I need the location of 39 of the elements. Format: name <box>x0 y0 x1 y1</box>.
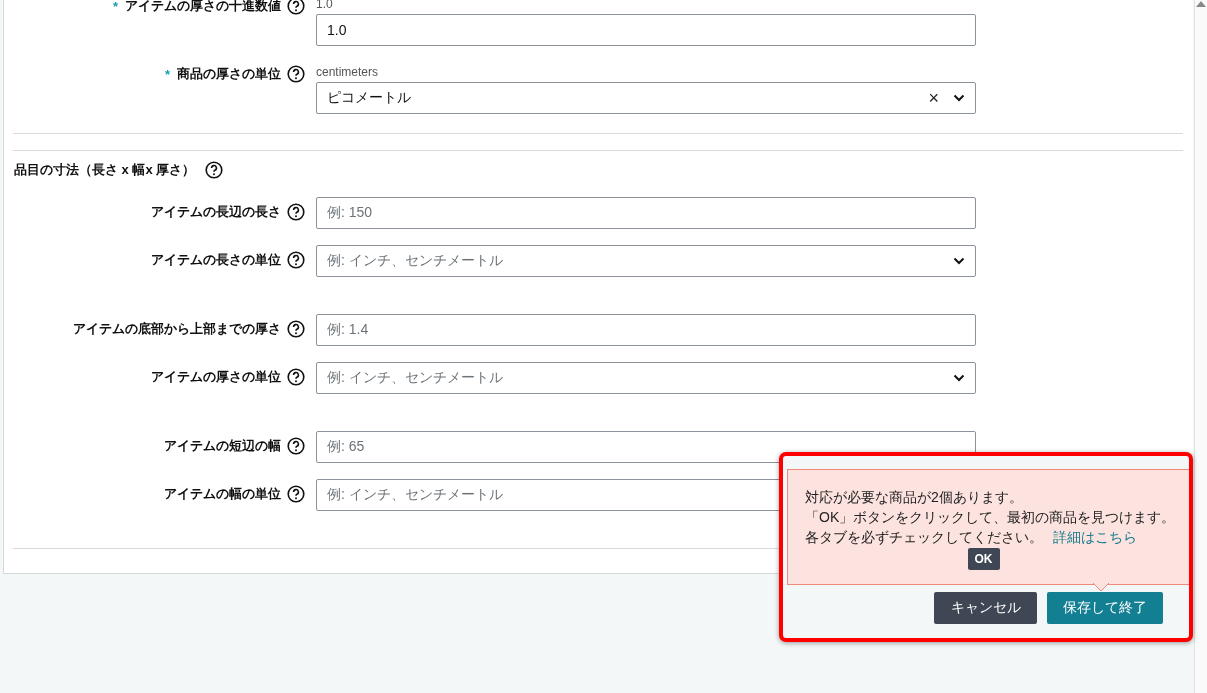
select-field[interactable]: ピコメートル × <box>316 82 976 114</box>
help-icon[interactable] <box>205 161 224 179</box>
required-marker: * <box>164 66 170 82</box>
alert-text: 各タブを必ずチェックしてください。 <box>805 529 1043 545</box>
select-field[interactable]: 例: インチ、センチメートル <box>316 245 976 277</box>
help-icon[interactable] <box>287 368 305 386</box>
select-field[interactable]: 例: インチ、センチメートル <box>316 362 976 394</box>
chevron-down-icon <box>953 94 965 102</box>
field-label: アイテムの幅の単位 <box>164 485 281 503</box>
help-icon[interactable] <box>287 320 305 338</box>
input-field[interactable]: 例: 150 <box>316 197 976 229</box>
chevron-down-icon <box>953 374 965 382</box>
field-label: アイテムの底部から上部までの厚さ <box>73 320 281 338</box>
scroll-up-arrow-icon[interactable] <box>1196 1 1206 7</box>
help-icon[interactable] <box>287 65 305 83</box>
help-icon[interactable] <box>287 203 305 221</box>
alert-text: 「OK」ボタンをクリックして、最初の商品を見つけます。 <box>805 508 1176 527</box>
help-icon[interactable] <box>287 251 305 269</box>
details-link[interactable]: 詳細はこちら <box>1053 529 1137 545</box>
input-field[interactable]: 例: 1.4 <box>316 314 976 346</box>
save-button[interactable]: 保存して終了 <box>1047 592 1163 624</box>
field-hint: centimeters <box>316 65 380 79</box>
ok-button[interactable]: OK <box>967 548 1000 570</box>
help-icon[interactable] <box>287 0 305 15</box>
input-field[interactable]: 例: 65 <box>316 431 976 463</box>
field-hint: 1.0 <box>316 0 334 11</box>
cancel-button[interactable]: キャンセル <box>934 592 1037 624</box>
section-title: 品目の寸法（長さ x 幅x 厚さ） <box>14 161 196 179</box>
field-label: アイテムの長辺の長さ <box>151 203 281 221</box>
clear-button[interactable]: × <box>928 87 939 109</box>
field-label: アイテムの短辺の幅 <box>164 437 281 455</box>
required-marker: * <box>112 0 118 14</box>
help-icon[interactable] <box>287 437 305 455</box>
input-field[interactable]: 1.0 <box>316 14 976 46</box>
field-label: 商品の厚さの単位 <box>177 65 281 83</box>
field-label: アイテムの長さの単位 <box>151 251 281 269</box>
chevron-down-icon <box>953 257 965 265</box>
field-label: アイテムの厚さの単位 <box>151 368 281 386</box>
help-icon[interactable] <box>287 485 305 503</box>
